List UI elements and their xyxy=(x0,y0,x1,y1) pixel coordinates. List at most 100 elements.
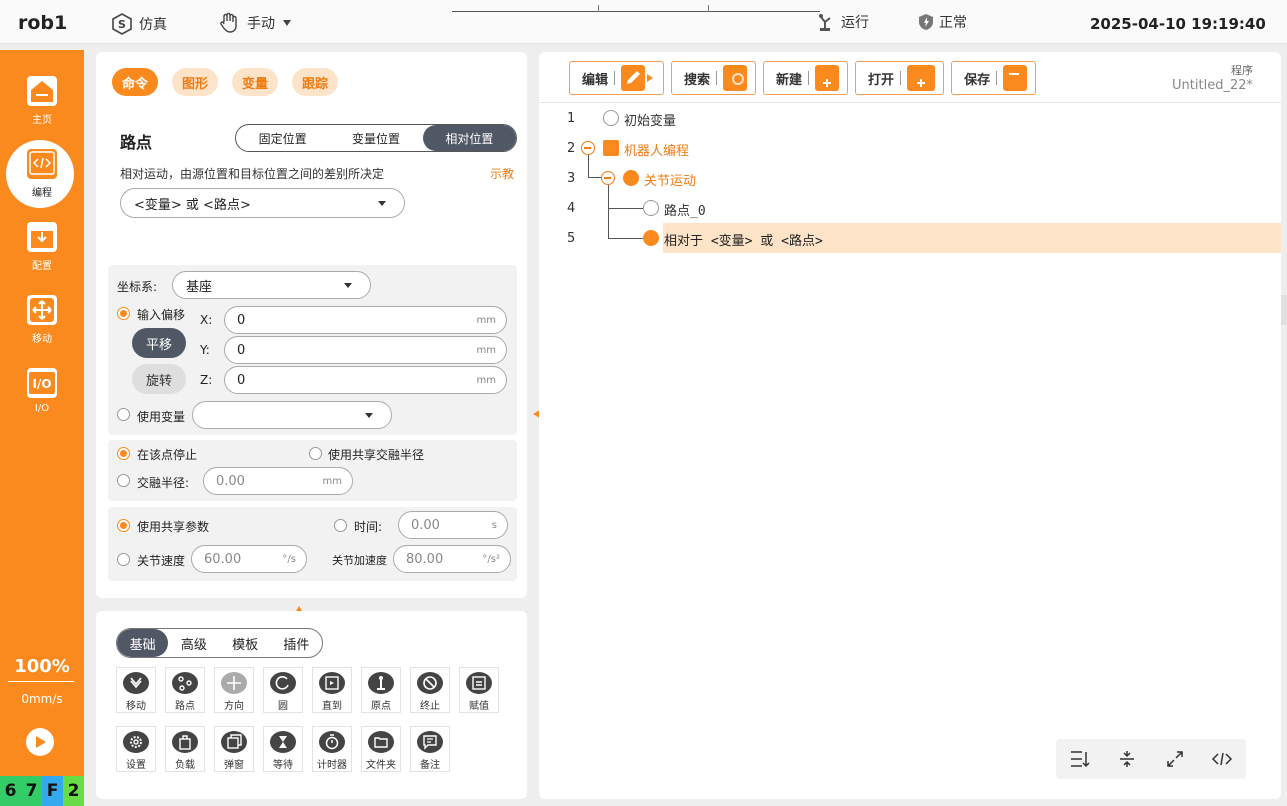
program-line-5[interactable]: 5 相对于 <变量> 或 <路点> xyxy=(539,223,1281,253)
sidebar-item-program[interactable]: 编程 xyxy=(0,149,84,219)
x-offset-input[interactable]: 0 mm xyxy=(224,306,507,334)
collapse-icon[interactable] xyxy=(581,141,595,155)
sidebar-item-label: 主页 xyxy=(32,115,52,126)
shared-blend-radio[interactable] xyxy=(309,447,322,460)
teach-link[interactable]: 示教 xyxy=(490,165,514,182)
mode-fixed-position[interactable]: 固定位置 xyxy=(236,125,329,151)
tab-plugin[interactable]: 插件 xyxy=(271,629,322,657)
expand-button[interactable] xyxy=(1160,744,1190,774)
chevron-down-icon xyxy=(365,413,373,418)
shared-param-radio[interactable] xyxy=(117,519,130,532)
cmd-comment[interactable]: 备注 xyxy=(410,726,450,772)
blend-radius-value: 0.00 xyxy=(216,473,245,489)
rotate-button[interactable]: 旋转 xyxy=(132,364,186,394)
svg-text:S: S xyxy=(118,18,126,31)
collapse-all-icon xyxy=(1120,751,1135,767)
joint-acc-input[interactable]: 80.00 °/s² xyxy=(393,545,511,573)
collapse-icon[interactable] xyxy=(601,171,615,185)
tab-command[interactable]: 命令 xyxy=(112,68,159,96)
cmd-label: 计时器 xyxy=(317,760,347,771)
cmd-label: 路点 xyxy=(175,701,195,712)
code-view-button[interactable] xyxy=(1207,744,1237,774)
mode-relative-position[interactable]: 相对位置 xyxy=(422,125,516,151)
tab-advanced[interactable]: 高级 xyxy=(168,629,219,657)
cmd-home[interactable]: 原点 xyxy=(361,667,401,713)
save-button[interactable]: 保存 xyxy=(951,61,1037,95)
cmd-circle[interactable]: 圆 xyxy=(263,667,303,713)
config-icon xyxy=(27,222,57,252)
status-cell: F xyxy=(42,776,63,806)
cmd-waypoint[interactable]: 路点 xyxy=(165,667,205,713)
translate-button[interactable]: 平移 xyxy=(132,328,186,358)
tab-trace[interactable]: 跟踪 xyxy=(292,68,339,96)
variable-select[interactable] xyxy=(192,401,392,429)
sort-lines-button[interactable] xyxy=(1065,744,1095,774)
sidebar-item-io[interactable]: I/O I/O xyxy=(0,368,84,438)
stop-here-radio[interactable] xyxy=(117,447,130,460)
tab-graphics[interactable]: 图形 xyxy=(172,68,219,96)
cmd-popup[interactable]: 弹窗 xyxy=(214,726,254,772)
joint-speed-input[interactable]: 60.00 °/s xyxy=(191,545,307,573)
sort-icon xyxy=(1070,751,1090,768)
waypoint-cmd-icon xyxy=(172,672,198,694)
move-icon xyxy=(27,295,57,325)
y-offset-input[interactable]: 0 mm xyxy=(224,336,507,364)
program-line-1[interactable]: 1 初始变量 xyxy=(539,103,1281,133)
cmd-payload[interactable]: 负载 xyxy=(165,726,205,772)
coord-select[interactable]: 基座 xyxy=(172,271,371,299)
program-line-4[interactable]: 4 路点_0 xyxy=(539,193,1281,223)
blend-group: 在该点停止 使用共享交融半径 交融半径: 0.00 mm xyxy=(108,440,517,501)
joint-speed-value: 60.00 xyxy=(204,551,242,567)
tab-variables[interactable]: 变量 xyxy=(232,68,279,96)
search-button[interactable]: 搜索 xyxy=(671,61,757,95)
simulation-indicator[interactable]: S 仿真 xyxy=(110,12,167,36)
blend-radius-input[interactable]: 0.00 mm xyxy=(203,467,353,495)
sidebar-item-label: I/O xyxy=(34,403,50,414)
cmd-label: 移动 xyxy=(126,701,146,712)
time-input[interactable]: 0.00 s xyxy=(398,511,508,539)
mm-unit: mm xyxy=(476,345,496,356)
input-offset-radio[interactable] xyxy=(117,307,130,320)
play-button[interactable] xyxy=(26,728,54,756)
simulation-icon: S xyxy=(112,13,132,35)
cmd-label: 备注 xyxy=(420,760,440,771)
joint-speed-radio[interactable] xyxy=(117,553,130,566)
params-group: 使用共享参数 时间: 0.00 s 关节速度 60.00 °/s 关节加速度 8… xyxy=(108,507,517,581)
edit-button[interactable]: 编辑 xyxy=(569,61,665,95)
relative-target-select[interactable]: <变量> 或 <路点> xyxy=(120,188,405,218)
edit-label: 编辑 xyxy=(582,72,609,88)
cmd-assign[interactable]: 赋值 xyxy=(459,667,499,713)
tab-basic[interactable]: 基础 xyxy=(117,629,169,657)
cmd-wait[interactable]: 等待 xyxy=(263,726,303,772)
mode-variable-position[interactable]: 变量位置 xyxy=(329,125,422,151)
cmd-until[interactable]: 直到 xyxy=(312,667,352,713)
deg-per-sec2-unit: °/s² xyxy=(482,554,500,565)
program-line-3[interactable]: 3 关节运动 xyxy=(539,163,1281,193)
z-offset-input[interactable]: 0 mm xyxy=(224,366,507,394)
cmd-halt[interactable]: 终止 xyxy=(410,667,450,713)
cmd-folder[interactable]: 文件夹 xyxy=(361,726,401,772)
y-offset-value: 0 xyxy=(237,342,246,358)
cmd-direction[interactable]: 方向 xyxy=(214,667,254,713)
use-variable-radio[interactable] xyxy=(117,408,130,421)
cmd-set[interactable]: 设置 xyxy=(116,726,156,772)
program-line-2[interactable]: 2 机器人编程 xyxy=(539,133,1281,163)
speed-percent[interactable]: 100% xyxy=(0,656,84,677)
y-label: Y: xyxy=(200,343,210,357)
sidebar-item-move[interactable]: 移动 xyxy=(0,295,84,365)
blend-radius-radio[interactable] xyxy=(117,474,130,487)
tab-template[interactable]: 模板 xyxy=(220,629,271,657)
cmd-timer[interactable]: 计时器 xyxy=(312,726,352,772)
open-button[interactable]: 打开 xyxy=(855,61,945,95)
sidebar-item-config[interactable]: 配置 xyxy=(0,222,84,292)
new-button[interactable]: 新建 xyxy=(763,61,849,95)
sidebar-item-home[interactable]: 主页 xyxy=(0,76,84,146)
time-radio[interactable] xyxy=(334,519,347,532)
collapse-all-button[interactable] xyxy=(1112,744,1142,774)
cmd-move[interactable]: 移动 xyxy=(116,667,156,713)
joint-acc-label: 关节加速度 xyxy=(332,554,387,567)
play-icon xyxy=(36,736,46,748)
edge-strip xyxy=(1281,295,1287,325)
mode-dropdown[interactable]: 手动 xyxy=(218,12,300,34)
position-mode-segment: 固定位置 变量位置 相对位置 xyxy=(235,124,517,152)
